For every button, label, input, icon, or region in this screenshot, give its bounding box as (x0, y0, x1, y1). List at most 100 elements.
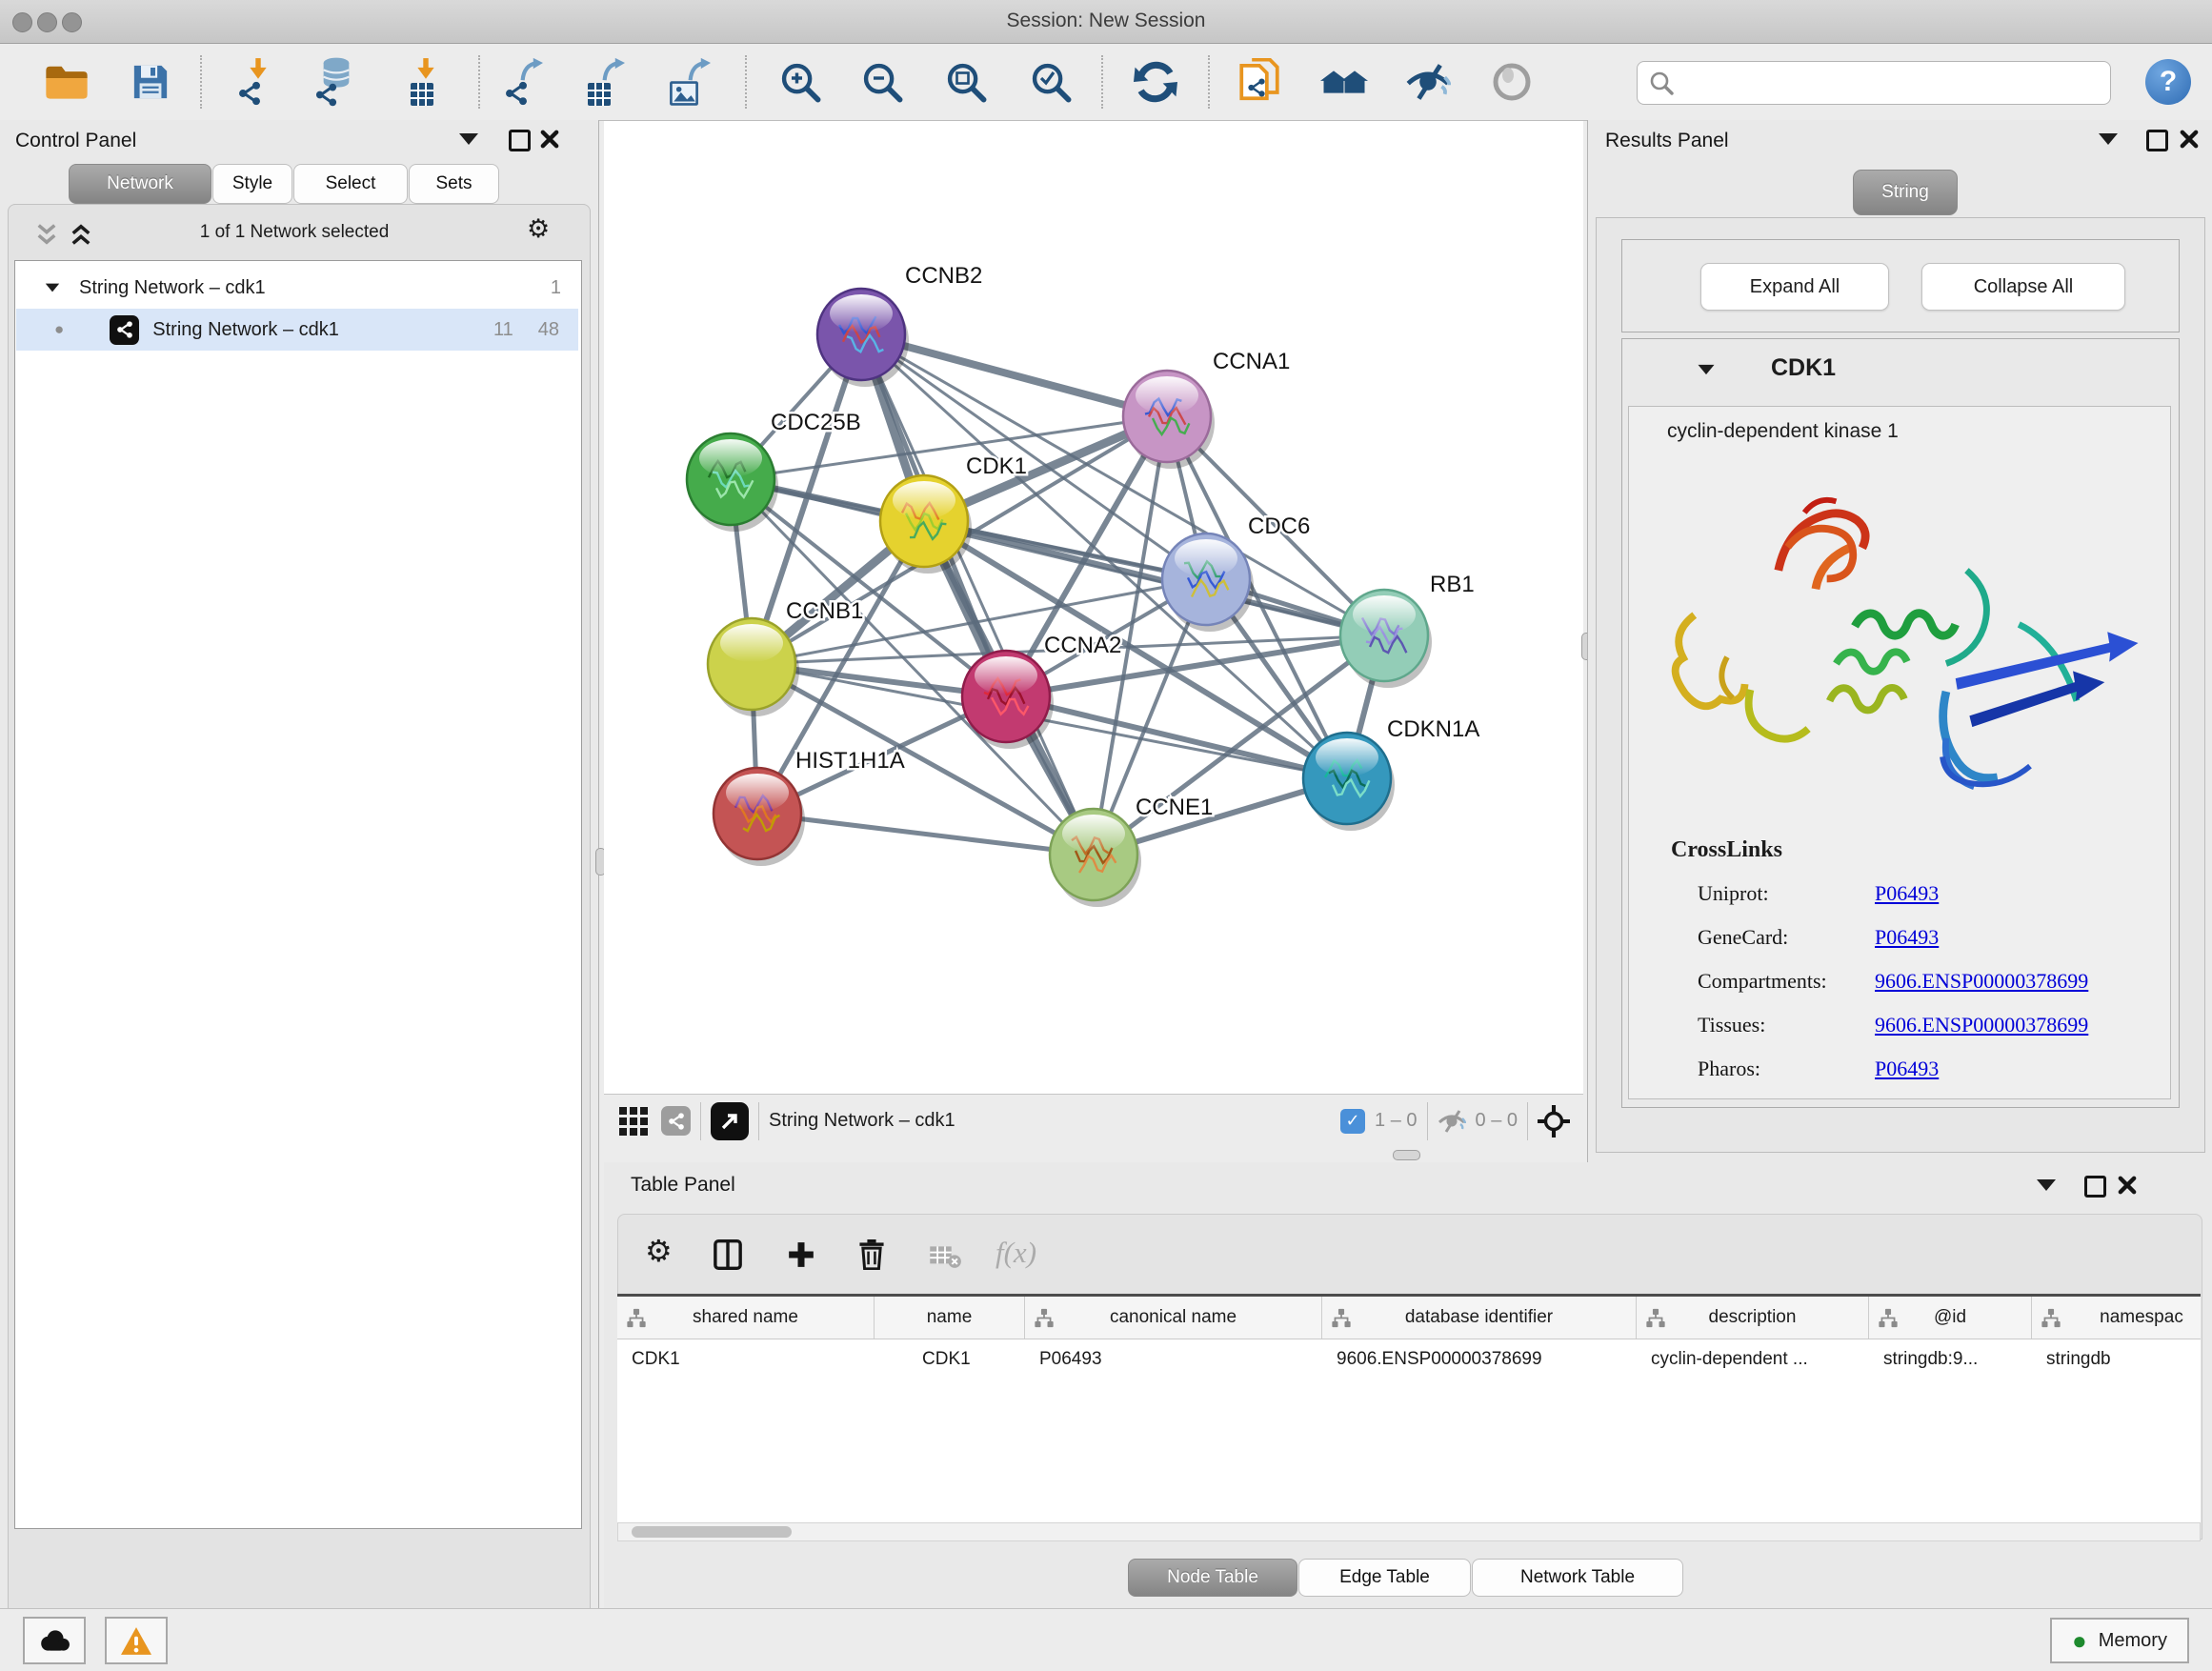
network-row-selected[interactable]: ● String Network – cdk1 11 48 (16, 309, 578, 351)
zoom-fit-button[interactable] (939, 57, 993, 107)
panel-menu-icon[interactable] (2037, 1179, 2056, 1191)
compartments-link[interactable]: 9606.ENSP00000378699 (1875, 969, 2088, 994)
network-edge-HIST1H1A-CCNE1[interactable] (757, 814, 1094, 855)
column-header[interactable]: canonical name (1025, 1297, 1322, 1339)
float-panel-icon[interactable] (509, 130, 531, 151)
add-column-icon[interactable] (788, 1241, 814, 1268)
column-header[interactable]: name (875, 1297, 1025, 1339)
close-panel-icon[interactable] (539, 129, 560, 150)
bottom-splitter-handle[interactable] (1393, 1150, 1420, 1160)
gene-name: CDK1 (1771, 354, 1836, 382)
help-button[interactable]: ? (2145, 59, 2191, 105)
apply-layout-button[interactable] (1129, 57, 1182, 107)
network-node-CCNB2[interactable]: CCNB2 (817, 263, 982, 387)
import-table-button[interactable] (399, 57, 452, 107)
column-type-icon (1878, 1308, 1899, 1328)
scrollbar-thumb[interactable] (632, 1526, 792, 1538)
tab-edge-table[interactable]: Edge Table (1298, 1559, 1471, 1597)
zoom-out-button[interactable] (855, 57, 909, 107)
export-image-button[interactable] (665, 57, 718, 107)
network-edge-CCNB2-CCNE1[interactable] (861, 334, 1094, 855)
zoom-selected-button[interactable] (1024, 57, 1077, 107)
open-session-button[interactable] (40, 57, 93, 107)
gear-icon[interactable]: ⚙ (645, 1236, 673, 1266)
float-panel-icon[interactable] (2084, 1176, 2106, 1198)
control-panel: Control Panel Network Style Select Sets … (0, 120, 599, 1608)
main-toolbar: ? (0, 44, 2212, 121)
network-node-CDKN1A[interactable]: CDKN1A (1303, 716, 1479, 831)
column-header[interactable]: database identifier (1322, 1297, 1637, 1339)
zoom-in-button[interactable] (774, 57, 827, 107)
close-panel-icon[interactable] (2179, 129, 2200, 150)
network-collection-row[interactable]: String Network – cdk1 1 (16, 267, 578, 309)
collapse-all-icon[interactable] (35, 222, 58, 247)
automation-status-button[interactable] (23, 1617, 86, 1664)
network-node-CCNB1[interactable]: CCNB1 (708, 598, 863, 716)
tab-sets[interactable]: Sets (409, 164, 499, 204)
close-panel-icon[interactable] (2117, 1175, 2138, 1196)
birds-eye-view-icon[interactable] (619, 1107, 648, 1136)
column-header[interactable]: namespac (2032, 1297, 2201, 1339)
expand-all-button[interactable]: Expand All (1700, 263, 1889, 311)
gear-icon[interactable]: ⚙ (527, 216, 550, 242)
table-row[interactable]: CDK1 CDK1 P06493 9606.ENSP00000378699 cy… (617, 1339, 2201, 1379)
float-panel-icon[interactable] (2146, 130, 2168, 151)
toolbar-separator (478, 55, 480, 109)
network-node-HIST1H1A[interactable]: HIST1H1A (714, 748, 905, 866)
clone-network-button[interactable] (1233, 57, 1286, 107)
string-panel-toggle-icon[interactable] (661, 1106, 691, 1136)
network-node-RB1[interactable]: RB1 (1340, 572, 1475, 688)
network-view-canvas[interactable]: CCNB2CCNA1CDC25BCDK1CDC6RB1CCNB1CCNA2CDK… (604, 121, 1583, 1094)
first-neighbors-button[interactable] (1318, 57, 1372, 107)
expand-all-icon[interactable] (70, 222, 92, 247)
tab-node-table[interactable]: Node Table (1128, 1559, 1297, 1597)
column-header[interactable]: description (1637, 1297, 1869, 1339)
search-input[interactable] (1679, 66, 2102, 98)
column-type-icon (1331, 1308, 1352, 1328)
columns-icon[interactable] (714, 1239, 742, 1270)
selected-node-edge-count: 1 – 0 (1375, 1110, 1417, 1132)
import-network-file-button[interactable] (231, 57, 285, 107)
tab-string[interactable]: String (1853, 170, 1958, 215)
delete-column-icon[interactable] (858, 1239, 885, 1270)
crosslink-row: Uniprot: P06493 (1698, 872, 2155, 916)
genecard-link[interactable]: P06493 (1875, 925, 1939, 950)
collection-label: String Network – cdk1 (79, 277, 266, 299)
node-table: shared name name canonical name database… (617, 1294, 2201, 1537)
tab-network[interactable]: Network (69, 164, 211, 204)
export-table-button[interactable] (580, 57, 633, 107)
selected-checkbox-icon[interactable]: ✓ (1340, 1109, 1365, 1134)
results-panel: Results Panel String Expand All Collapse… (1587, 120, 2212, 1162)
node-label-CDKN1A: CDKN1A (1387, 716, 1479, 742)
toolbar-separator (1208, 55, 1210, 109)
open-in-window-icon[interactable] (711, 1102, 749, 1140)
column-header[interactable]: @id (1869, 1297, 2032, 1339)
network-node-CCNA1[interactable]: CCNA1 (1123, 349, 1290, 469)
gene-description: cyclin-dependent kinase 1 (1667, 420, 1899, 443)
network-edge-count: 48 (538, 319, 559, 341)
tab-network-table[interactable]: Network Table (1472, 1559, 1683, 1597)
column-header[interactable]: shared name (617, 1297, 875, 1339)
pharos-link[interactable]: P06493 (1875, 1057, 1939, 1081)
cdk1-section: CDK1 cyclin-dependent kinase 1 (1621, 338, 2180, 1108)
tissues-link[interactable]: 9606.ENSP00000378699 (1875, 1013, 2088, 1037)
panel-menu-icon[interactable] (2099, 133, 2118, 145)
section-collapse-icon[interactable] (1699, 365, 1715, 374)
uniprot-link[interactable]: P06493 (1875, 881, 1939, 906)
import-network-database-button[interactable] (312, 57, 365, 107)
network-view-title: String Network – cdk1 (769, 1110, 955, 1132)
collapse-all-button[interactable]: Collapse All (1921, 263, 2125, 311)
save-session-button[interactable] (124, 57, 177, 107)
pan-crosshair-icon[interactable] (1538, 1105, 1570, 1137)
tree-collapse-icon[interactable] (46, 284, 59, 292)
export-network-button[interactable] (498, 57, 552, 107)
hide-selected-button[interactable] (1401, 57, 1455, 107)
show-all-button[interactable] (1485, 57, 1538, 107)
node-label-HIST1H1A: HIST1H1A (795, 748, 905, 774)
tab-style[interactable]: Style (212, 164, 292, 204)
tab-select[interactable]: Select (293, 164, 408, 204)
panel-menu-icon[interactable] (459, 133, 478, 145)
node-label-CCNA2: CCNA2 (1044, 633, 1121, 658)
memory-button[interactable]: ● Memory (2050, 1618, 2189, 1663)
warnings-button[interactable] (105, 1617, 168, 1664)
